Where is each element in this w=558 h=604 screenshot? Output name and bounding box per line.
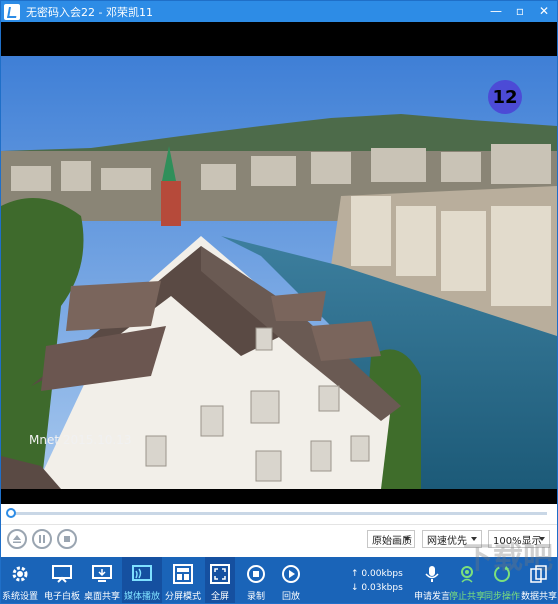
whiteboard-icon — [50, 562, 74, 586]
toolbar-record[interactable]: 录制 — [241, 557, 271, 603]
fullscreen-icon — [208, 562, 232, 586]
download-speed: ↓ 0.03kbps — [351, 583, 403, 593]
toolbar-data-share[interactable]: 数据共享 — [521, 557, 557, 603]
eject-icon — [13, 535, 21, 543]
pause-icon — [39, 535, 45, 543]
toolbar-desktop-share[interactable]: 桌面共享 — [83, 557, 121, 603]
close-button[interactable]: ✕ — [533, 2, 555, 20]
media-play-icon — [130, 562, 154, 586]
progress-bar[interactable] — [1, 504, 557, 524]
bottom-toolbar: 下载吧 系统设置 电子白板 桌面共享 媒体播放 分屏模式 全屏 录制 回放 ↑ … — [1, 541, 557, 603]
video-area[interactable]: 12 Mnet 2015.10.13 — [1, 22, 557, 504]
toolbar-fullscreen[interactable]: 全屏 — [205, 557, 235, 603]
toolbar-split-screen[interactable]: 分屏模式 — [163, 557, 203, 603]
upload-speed: ↑ 0.00kbps — [351, 569, 403, 579]
stop-share-icon — [455, 562, 479, 586]
stop-button[interactable] — [57, 529, 77, 549]
maximize-button[interactable]: ▫ — [509, 2, 531, 20]
window-controls: — ▫ ✕ — [485, 2, 555, 20]
toolbar-label: 同步操作 — [484, 592, 521, 602]
toolbar-label: 系统设置 — [1, 592, 38, 602]
network-speed: ↑ 0.00kbps ↓ 0.03kbps — [351, 567, 403, 595]
minimize-button[interactable]: — — [485, 2, 507, 20]
toolbar-label: 全屏 — [210, 592, 229, 602]
data-share-icon — [527, 562, 551, 586]
toolbar-label: 媒体播放 — [123, 592, 160, 602]
toolbar-stop-share[interactable]: 停止共享 — [449, 557, 486, 603]
network-value: 网速优先 — [427, 535, 467, 547]
video-scene-image — [1, 56, 557, 489]
chevron-down-icon — [404, 537, 410, 541]
toolbar-label: 桌面共享 — [83, 592, 120, 602]
toolbar-media-play[interactable]: 媒体播放 — [122, 557, 162, 603]
app-window: 无密码入会22 - 邓荣凯11 — ▫ ✕ 12 Mnet 2015.10.13… — [0, 0, 558, 604]
record-icon — [244, 562, 268, 586]
toolbar-label: 回放 — [281, 592, 300, 602]
sync-icon — [490, 562, 514, 586]
toolbar-label: 数据共享 — [521, 592, 558, 602]
window-title: 无密码入会22 - 邓荣凯11 — [26, 5, 153, 19]
progress-track[interactable] — [11, 512, 547, 515]
app-logo-icon — [4, 3, 20, 20]
toolbar-request-speak[interactable]: 申请发言 — [414, 557, 451, 603]
toolbar-system-settings[interactable]: 系统设置 — [1, 557, 39, 603]
microphone-icon — [420, 562, 444, 586]
title-bar[interactable]: 无密码入会22 - 邓荣凯11 — ▫ ✕ — [1, 1, 557, 22]
video-frame — [1, 56, 557, 489]
gear-icon — [8, 562, 32, 586]
toolbar-label: 录制 — [246, 592, 265, 602]
toolbar-label: 申请发言 — [414, 592, 451, 602]
toolbar-whiteboard[interactable]: 电子白板 — [41, 557, 83, 603]
remaining-counter-badge: 12 — [488, 80, 522, 114]
toolbar-label: 分屏模式 — [164, 592, 201, 602]
toolbar-label: 电子白板 — [43, 592, 80, 602]
progress-handle[interactable] — [6, 508, 16, 518]
toolbar-sync[interactable]: 同步操作 — [484, 557, 521, 603]
toolbar-playback[interactable]: 回放 — [276, 557, 306, 603]
video-date-watermark: Mnet 2015.10.13 — [29, 433, 132, 447]
playback-icon — [279, 562, 303, 586]
toolbar-label: 停止共享 — [449, 592, 486, 602]
quality-select[interactable]: 原始画质 — [367, 530, 415, 548]
eject-button[interactable] — [7, 529, 27, 549]
split-screen-icon — [171, 562, 195, 586]
pause-button[interactable] — [32, 529, 52, 549]
desktop-share-icon — [90, 562, 114, 586]
stop-icon — [64, 536, 70, 542]
